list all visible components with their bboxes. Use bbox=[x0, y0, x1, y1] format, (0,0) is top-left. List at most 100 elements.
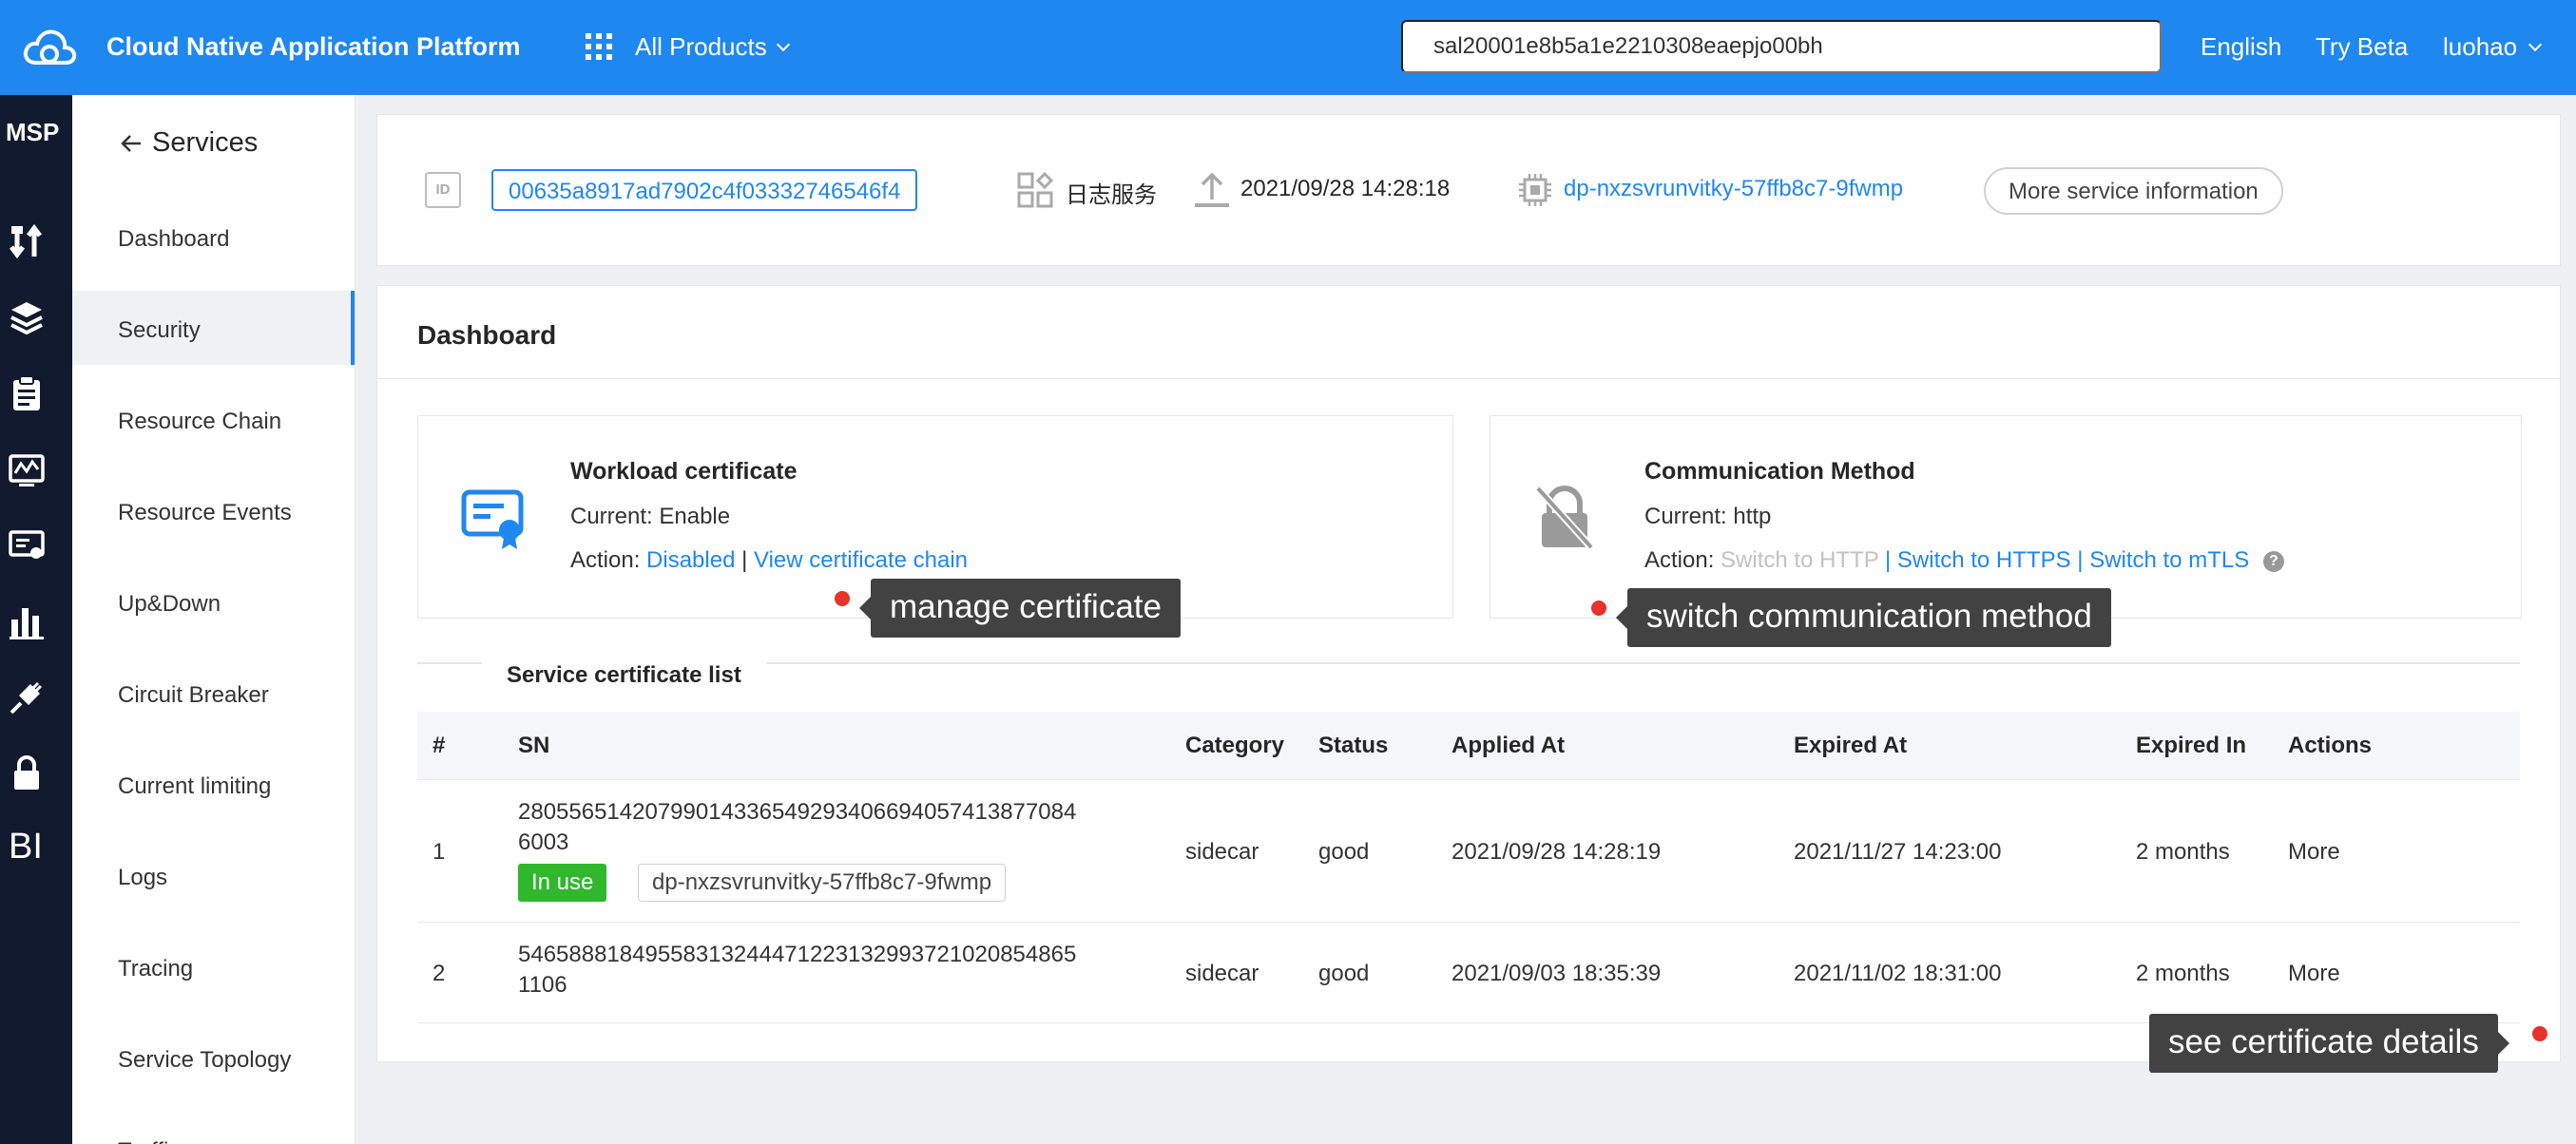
communication-actions: Action: Switch to HTTP | Switch to HTTPS… bbox=[1644, 547, 2284, 574]
row-more-link[interactable]: More bbox=[2288, 839, 2340, 866]
plug-icon[interactable] bbox=[8, 678, 46, 716]
communication-method-title: Communication Method bbox=[1644, 458, 1915, 485]
row-expired-at: 2021/11/27 14:23:00 bbox=[1794, 839, 2002, 865]
sidebar-item-resource-events[interactable]: Resource Events bbox=[72, 473, 355, 547]
in-use-badge: In use bbox=[518, 864, 607, 902]
certificate-icon bbox=[461, 489, 524, 549]
all-products-menu[interactable]: All Products bbox=[635, 32, 790, 62]
chip-icon bbox=[1519, 174, 1551, 206]
user-name: luohao bbox=[2443, 32, 2518, 61]
top-bar: Cloud Native Application Platform All Pr… bbox=[0, 0, 2576, 95]
view-certificate-chain-link[interactable]: View certificate chain bbox=[754, 547, 968, 573]
col-status: Status bbox=[1318, 733, 1389, 758]
more-service-info-button[interactable]: More service information bbox=[1984, 167, 2283, 215]
action-separator: | bbox=[1884, 547, 1892, 573]
sidebar-item-logs[interactable]: Logs bbox=[72, 838, 355, 912]
back-to-services[interactable]: Services bbox=[120, 127, 258, 159]
certificate-list-title: Service certificate list bbox=[482, 662, 766, 689]
all-products-label: All Products bbox=[635, 32, 767, 61]
user-menu[interactable]: luohao bbox=[2443, 32, 2543, 62]
service-info-card: ID 00635a8917ad7902c4f03332746546f4 日志服务… bbox=[376, 114, 2561, 266]
bi-icon[interactable]: BI bbox=[9, 827, 43, 868]
lock-icon[interactable] bbox=[8, 754, 46, 792]
upload-icon bbox=[1195, 172, 1229, 207]
annotation-dot bbox=[835, 591, 850, 606]
pod-name-link[interactable]: dp-nxzsvrunvitky-57ffb8c7-9fwmp bbox=[1564, 176, 1903, 202]
row-applied-at: 2021/09/28 14:28:19 bbox=[1451, 839, 1662, 865]
row-expired-in: 2 months bbox=[2136, 961, 2230, 986]
row-sn-line1: 5465888184955831324447122313299372102085… bbox=[518, 942, 1077, 967]
sidebar-item-resource-chain[interactable]: Resource Chain bbox=[72, 382, 355, 456]
chevron-down-icon bbox=[776, 37, 790, 51]
certificate-screen-icon[interactable] bbox=[8, 526, 46, 564]
sidebar-item-security[interactable]: Security bbox=[72, 291, 355, 365]
sidebar-item-tracing[interactable]: Tracing bbox=[72, 929, 355, 1003]
row-more-link[interactable]: More bbox=[2288, 961, 2340, 987]
deployed-at: 2021/09/28 14:28:18 bbox=[1240, 176, 1451, 201]
col-expired-in: Expired In bbox=[2136, 733, 2247, 758]
sidebar-item-dashboard[interactable]: Dashboard bbox=[72, 200, 355, 274]
col-actions: Actions bbox=[2288, 733, 2373, 758]
transfer-icon[interactable] bbox=[8, 222, 46, 260]
row-category: sidecar bbox=[1185, 961, 1259, 986]
workload-current: Current: Enable bbox=[570, 504, 731, 529]
table-header: # SN Category Status Applied At Expired … bbox=[417, 712, 2520, 780]
bar-chart-icon[interactable] bbox=[8, 602, 46, 640]
disable-certificate-link[interactable]: Disabled bbox=[646, 547, 735, 573]
lock-disabled-icon bbox=[1535, 486, 1594, 550]
annotation-switch-communication: switch communication method bbox=[1616, 588, 2111, 647]
dashboard-panel: Dashboard Workload certificate Current: … bbox=[376, 285, 2561, 1062]
row-index: 2 bbox=[433, 961, 446, 986]
back-label: Services bbox=[152, 127, 259, 158]
cloud-logo-icon[interactable] bbox=[21, 25, 78, 70]
row-sn-line1: 2805565142079901433654929340669405741387… bbox=[518, 799, 1077, 825]
service-grid-icon bbox=[1017, 171, 1054, 208]
clipboard-icon[interactable] bbox=[8, 374, 46, 412]
pod-tag: dp-nxzsvrunvitky-57ffb8c7-9fwmp bbox=[638, 864, 1007, 902]
communication-current: Current: http bbox=[1644, 504, 1772, 529]
col-index: # bbox=[433, 733, 446, 758]
action-prefix: Action: bbox=[570, 547, 641, 573]
row-expired-in: 2 months bbox=[2136, 839, 2230, 865]
chevron-down-icon bbox=[2528, 37, 2543, 51]
switch-to-http-link: Switch to HTTP bbox=[1721, 547, 1879, 573]
row-index: 1 bbox=[433, 839, 446, 865]
sidebar-item-current-limiting[interactable]: Current limiting bbox=[72, 747, 355, 821]
panel-title: Dashboard bbox=[417, 320, 557, 350]
language-switch[interactable]: English bbox=[2201, 32, 2281, 62]
msp-label[interactable]: MSP bbox=[6, 118, 59, 147]
action-separator: | bbox=[741, 547, 748, 573]
action-separator: | bbox=[2077, 547, 2084, 573]
row-status: good bbox=[1318, 961, 1370, 986]
help-icon[interactable]: ? bbox=[2262, 550, 2284, 572]
col-expired-at: Expired At bbox=[1794, 733, 1908, 758]
annotation-dot bbox=[2532, 1026, 2547, 1041]
try-beta-link[interactable]: Try Beta bbox=[2316, 32, 2408, 62]
row-status: good bbox=[1318, 839, 1370, 865]
layers-icon[interactable] bbox=[8, 298, 46, 336]
switch-to-https-link[interactable]: Switch to HTTPS bbox=[1897, 547, 2071, 573]
row-expired-at: 2021/11/02 18:31:00 bbox=[1794, 961, 2002, 986]
app-title[interactable]: Cloud Native Application Platform bbox=[106, 32, 521, 62]
search-input[interactable] bbox=[1401, 20, 2162, 73]
col-applied-at: Applied At bbox=[1451, 733, 1566, 758]
switch-to-mtls-link[interactable]: Switch to mTLS bbox=[2089, 547, 2249, 573]
workload-certificate-title: Workload certificate bbox=[570, 458, 798, 485]
sidebar-item-traffic[interactable]: Traffic bbox=[72, 1112, 355, 1144]
sidebar-item-up-down[interactable]: Up&Down bbox=[72, 564, 355, 639]
monitor-chart-icon[interactable] bbox=[8, 450, 46, 488]
sidebar-item-circuit-breaker[interactable]: Circuit Breaker bbox=[72, 656, 355, 730]
panel-header: Dashboard bbox=[377, 286, 2560, 379]
sidebar-item-service-topology[interactable]: Service Topology bbox=[72, 1020, 355, 1095]
apps-grid-icon[interactable] bbox=[586, 33, 612, 60]
row-sn-line2: 1106 bbox=[518, 972, 567, 998]
table-row: 1 28055651420799014336549293406694057413… bbox=[417, 780, 2520, 923]
service-id[interactable]: 00635a8917ad7902c4f03332746546f4 bbox=[491, 169, 918, 211]
service-name: 日志服务 bbox=[1066, 182, 1157, 208]
col-category: Category bbox=[1185, 733, 1285, 758]
annotation-see-details: see certificate details bbox=[2149, 1014, 2509, 1073]
product-rail: MSP BI bbox=[0, 95, 72, 1144]
id-badge: ID bbox=[425, 172, 461, 208]
arrow-left-icon bbox=[121, 134, 141, 152]
row-applied-at: 2021/09/03 18:35:39 bbox=[1451, 961, 1662, 986]
